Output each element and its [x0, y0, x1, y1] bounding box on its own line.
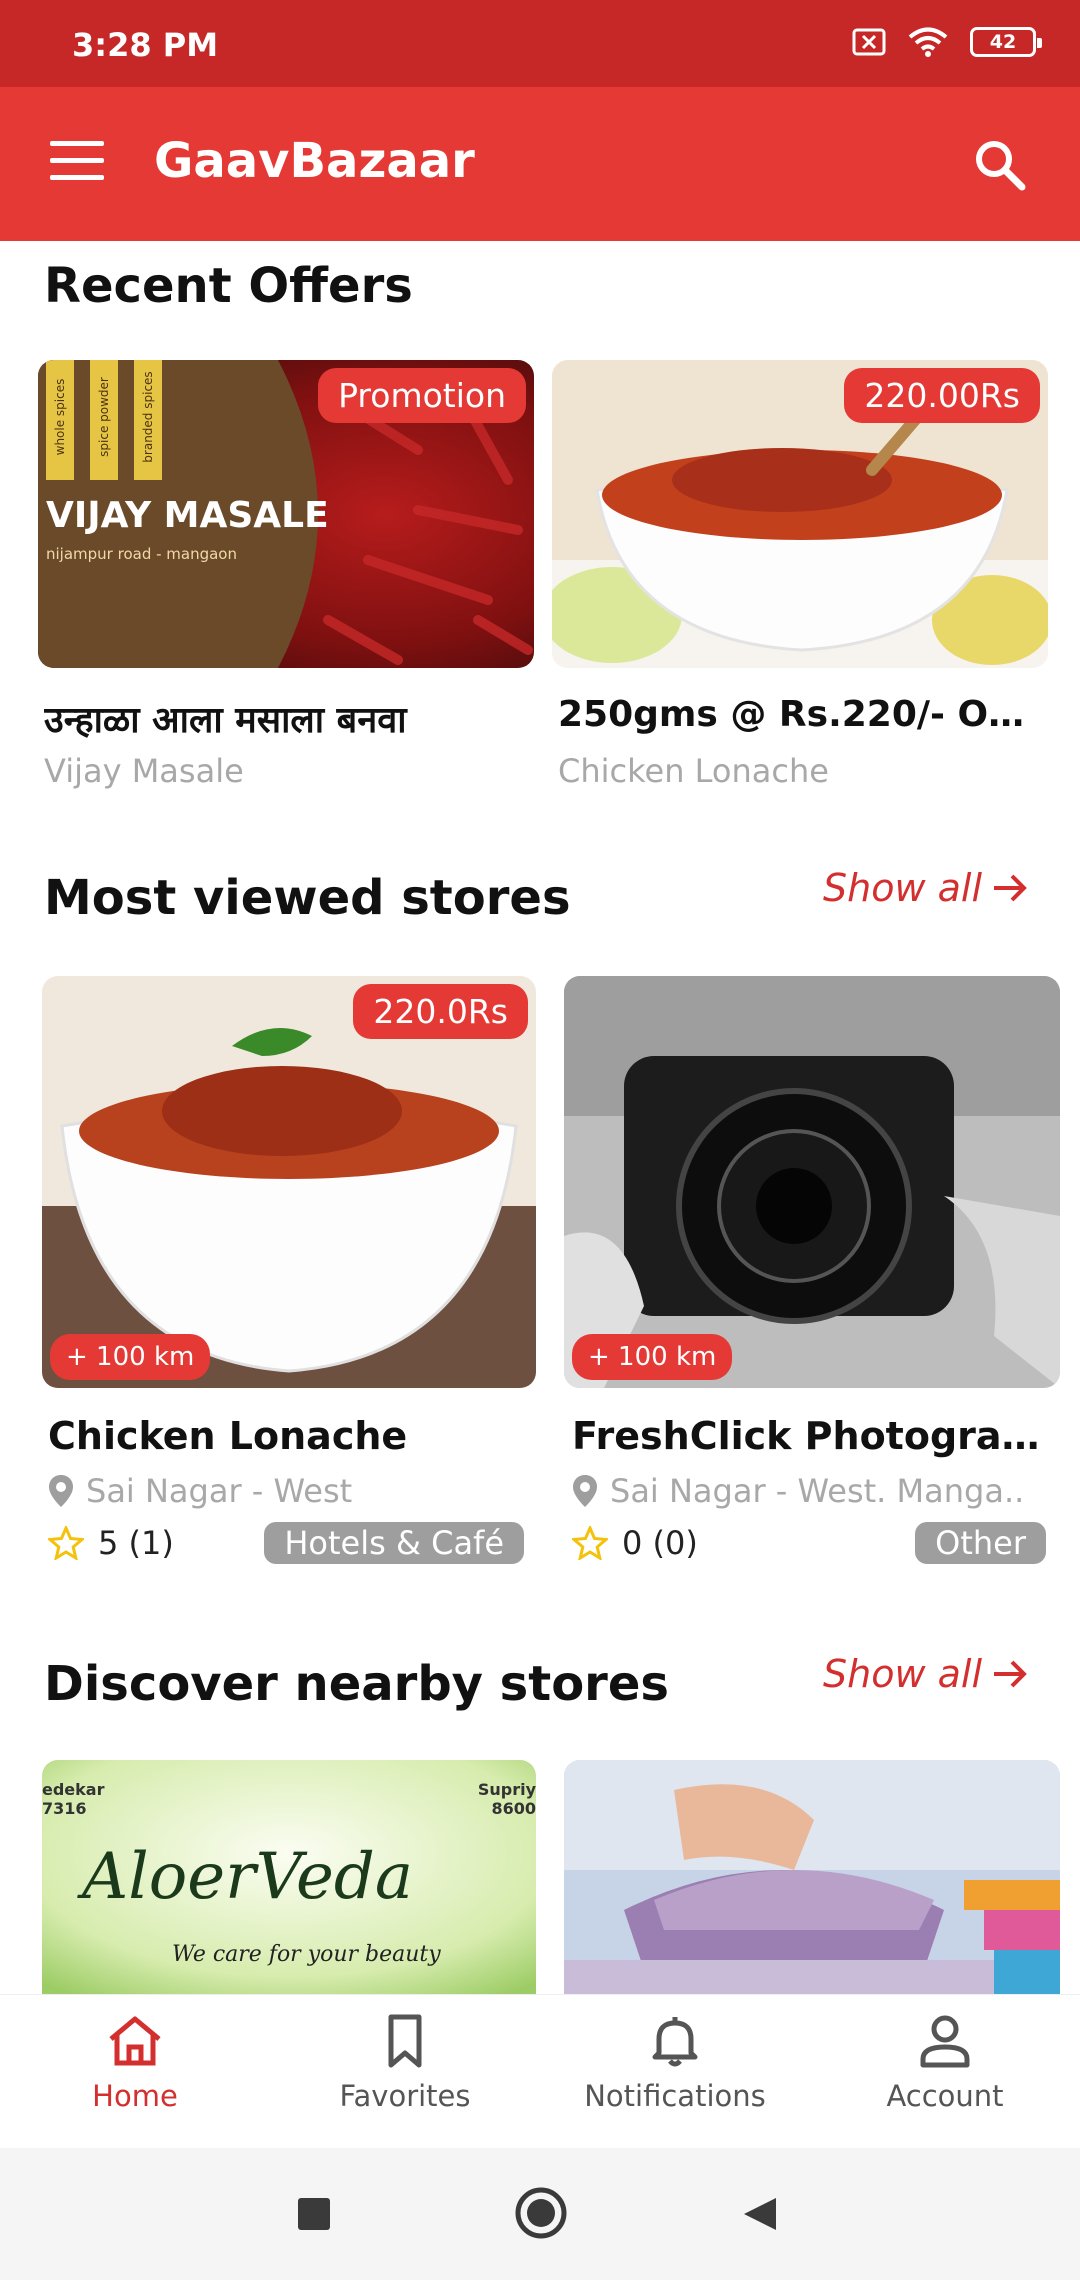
status-bar: 3:28 PM 42: [0, 0, 1080, 87]
camera-photo-image: [564, 976, 1060, 1388]
ironing-image: [564, 1760, 1060, 1994]
nav-notifications[interactable]: Notifications: [540, 2013, 810, 2113]
offer-title-1[interactable]: उन्हाळा आला मसाला बनवा: [44, 694, 534, 743]
store-rating-1: 5 (1): [48, 1524, 174, 1562]
location-pin-icon: [49, 1475, 73, 1507]
app-title: GaavBazaar: [154, 133, 475, 189]
back-triangle-icon[interactable]: [740, 2194, 780, 2234]
system-navigation-bar: [0, 2148, 1080, 2280]
star-outline-icon: [48, 1526, 84, 1560]
spice-tag-3: branded spices: [141, 371, 155, 463]
store-card-image-2[interactable]: + 100 km: [564, 976, 1060, 1388]
location-pin-icon: [573, 1475, 597, 1507]
offer-badge-1: Promotion: [318, 368, 526, 423]
bottom-navigation: Home Favorites Notifications Account: [0, 1994, 1080, 2148]
most-viewed-show-all-link[interactable]: Show all: [823, 866, 1030, 910]
nav-home[interactable]: Home: [0, 2013, 270, 2113]
menu-icon[interactable]: [50, 141, 104, 181]
status-time: 3:28 PM: [72, 26, 219, 64]
brand-address: nijampur road - mangaon: [46, 545, 237, 563]
store-rating-2: 0 (0): [572, 1524, 698, 1562]
nearby-card-image-1[interactable]: edekar 7316 Supriy 8600 AloerVeda We car…: [42, 1760, 536, 1994]
battery-level: 42: [989, 31, 1017, 53]
offer-subtitle-2: Chicken Lonache: [558, 752, 829, 790]
store-location-2: Sai Nagar - West. Manga..: [572, 1472, 1052, 1510]
recent-offers-title: Recent Offers: [44, 258, 413, 314]
store-location-text-1: Sai Nagar - West: [86, 1472, 353, 1510]
store-location-text-2: Sai Nagar - West. Manga..: [610, 1472, 1025, 1510]
offer-card-image-2[interactable]: 220.00Rs: [552, 360, 1048, 668]
nav-favorites[interactable]: Favorites: [270, 2013, 540, 2113]
recents-square-icon[interactable]: [296, 2196, 332, 2232]
nearby-title: Discover nearby stores: [44, 1656, 669, 1712]
store-rating-text-1: 5 (1): [98, 1524, 174, 1562]
store-category-badge-1: Hotels & Café: [264, 1522, 524, 1564]
store-card-image-1[interactable]: 220.0Rs + 100 km: [42, 976, 536, 1388]
search-icon[interactable]: [972, 137, 1028, 193]
spice-tag-1: whole spices: [53, 378, 67, 456]
show-all-label: Show all: [822, 1652, 982, 1696]
nav-favorites-label: Favorites: [339, 2079, 471, 2113]
no-sim-icon: [852, 28, 886, 56]
nav-account[interactable]: Account: [810, 2013, 1080, 2113]
bell-icon: [652, 2017, 698, 2067]
nav-home-label: Home: [92, 2079, 178, 2113]
store-name-2[interactable]: FreshClick Photograp...: [572, 1414, 1052, 1458]
star-outline-icon: [572, 1526, 608, 1560]
store-location-1: Sai Nagar - West: [48, 1472, 536, 1510]
home-icon: [109, 2016, 161, 2066]
battery-icon: 42: [970, 27, 1042, 57]
offer-badge-2: 220.00Rs: [844, 368, 1040, 423]
spice-tag-2: spice powder: [97, 377, 111, 457]
status-icons: 42: [852, 26, 1042, 58]
aloerveda-tagline: We care for your beauty: [172, 1942, 441, 1967]
nearby-show-all-link[interactable]: Show all: [823, 1652, 1030, 1696]
wifi-icon: [908, 27, 948, 57]
brand-text: VIJAY MASALE: [46, 495, 329, 536]
offer-subtitle-1: Vijay Masale: [44, 752, 244, 790]
store-category-badge-2: Other: [915, 1522, 1046, 1564]
card-corner-right-text: Supriy 8600: [477, 1780, 536, 1819]
store-price-badge-1: 220.0Rs: [353, 984, 528, 1039]
nav-notifications-label: Notifications: [584, 2079, 766, 2113]
nav-account-label: Account: [886, 2079, 1004, 2113]
distance-badge-2: + 100 km: [572, 1334, 733, 1380]
offer-title-2[interactable]: 250gms @ Rs.220/- ON...: [558, 694, 1048, 735]
store-name-1[interactable]: Chicken Lonache: [48, 1414, 536, 1458]
home-circle-icon[interactable]: [514, 2186, 568, 2240]
distance-badge-1: + 100 km: [50, 1334, 211, 1380]
person-icon: [920, 2015, 970, 2068]
card-corner-left-text: edekar 7316: [42, 1780, 105, 1819]
aloerveda-logo-text: AloerVeda: [82, 1840, 414, 1914]
most-viewed-title: Most viewed stores: [44, 870, 571, 926]
nearby-card-image-2[interactable]: [564, 1760, 1060, 1994]
arrow-right-icon: [994, 874, 1027, 902]
offer-card-image-1[interactable]: whole spices spice powder branded spices…: [38, 360, 534, 668]
store-rating-text-2: 0 (0): [622, 1524, 698, 1562]
app-bar: GaavBazaar: [0, 87, 1080, 241]
arrow-right-icon: [994, 1660, 1027, 1688]
show-all-label: Show all: [822, 866, 982, 910]
bookmark-icon: [388, 2014, 422, 2068]
